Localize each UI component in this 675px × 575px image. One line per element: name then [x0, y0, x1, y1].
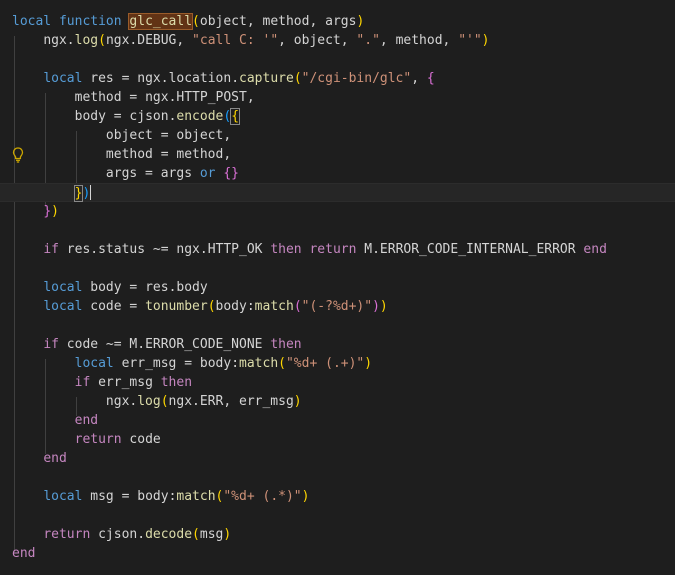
code-line[interactable]: })	[0, 183, 675, 202]
code-line[interactable]: object = object,	[12, 126, 231, 145]
code-line[interactable]: ngx.log(ngx.DEBUG, "call C: '", object, …	[12, 31, 489, 50]
code-line[interactable]: local function glc_call(object, method, …	[12, 12, 364, 31]
code-line[interactable]: body = cjson.encode({	[12, 107, 240, 126]
code-line[interactable]: local msg = body:match("%d+ (.*)")	[12, 487, 309, 506]
code-line[interactable]: if err_msg then	[12, 373, 192, 392]
code-editor[interactable]: local function glc_call(object, method, …	[0, 0, 675, 575]
code-line[interactable]: if res.status ~= ngx.HTTP_OK then return…	[12, 240, 607, 259]
code-line[interactable]: end	[12, 544, 35, 563]
code-line[interactable]: local err_msg = body:match("%d+ (.+)")	[12, 354, 372, 373]
code-line[interactable]: return code	[12, 430, 161, 449]
code-line[interactable]: method = ngx.HTTP_POST,	[12, 88, 255, 107]
lightbulb-icon[interactable]	[11, 146, 25, 164]
code-line[interactable]: end	[12, 449, 66, 468]
code-line[interactable]: local body = res.body	[12, 278, 207, 297]
code-line[interactable]: return cjson.decode(msg)	[12, 525, 231, 544]
code-line[interactable]: method = method,	[12, 145, 231, 164]
code-line[interactable]: if code ~= M.ERROR_CODE_NONE then	[12, 335, 301, 354]
code-line[interactable]: })	[12, 202, 59, 221]
code-line[interactable]: local res = ngx.location.capture("/cgi-b…	[12, 69, 434, 88]
code-line[interactable]: ngx.log(ngx.ERR, err_msg)	[12, 392, 302, 411]
code-line[interactable]: args = args or {}	[12, 164, 239, 183]
code-line[interactable]: local code = tonumber(body:match("(-?%d+…	[12, 297, 387, 316]
text-cursor	[90, 185, 92, 200]
code-line[interactable]: end	[12, 411, 98, 430]
